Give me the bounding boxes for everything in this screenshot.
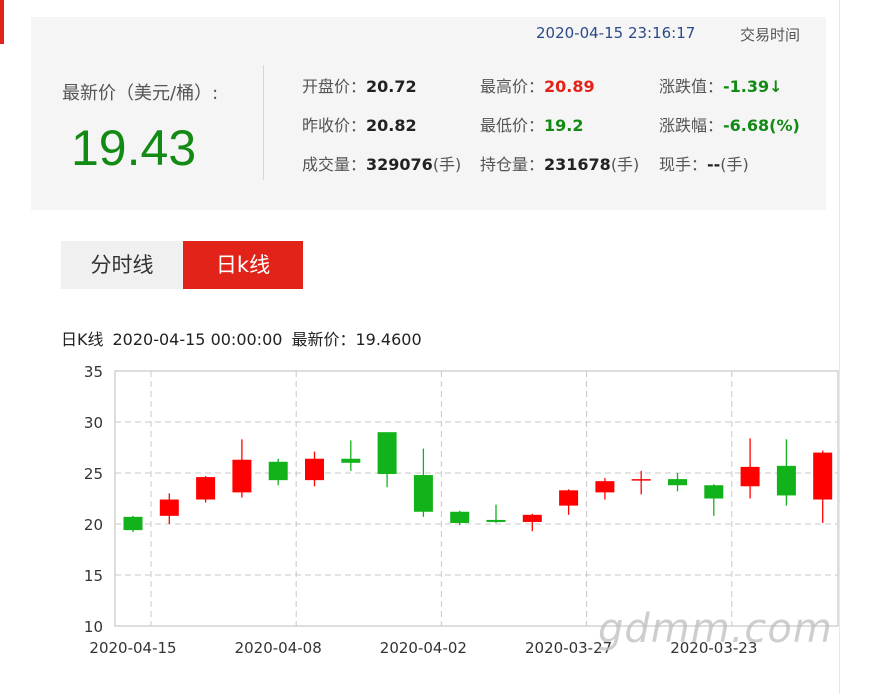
stat-open-interest: 持仓量：231678(手) (480, 151, 639, 175)
candle-body (668, 479, 687, 486)
prev-close-label: 昨收价： (302, 116, 367, 135)
candle-body (413, 475, 433, 512)
volume-unit: (手) (432, 155, 462, 174)
chart-info-datetime: 2020-04-15 00:00:00 (112, 330, 283, 349)
chart-info-name: 日K线 (61, 330, 104, 349)
current-hand-value: -- (707, 155, 721, 174)
open-label: 开盘价： (302, 77, 367, 96)
stat-low: 最低价：19.2 (480, 112, 584, 136)
x-tick-label: 2020-04-15 (89, 639, 176, 657)
y-tick-label: 15 (84, 567, 103, 585)
trade-time-label: 交易时间 (740, 26, 801, 44)
y-tick-label: 25 (84, 465, 103, 483)
chart-info-latest-label: 最新价： (291, 330, 356, 349)
stat-high: 最高价：20.89 (480, 73, 595, 97)
y-tick-label: 35 (84, 363, 103, 381)
candle-body (123, 516, 143, 531)
stat-change: 涨跌值：-1.39↓ (659, 73, 783, 97)
candle-body (559, 490, 579, 506)
change-label: 涨跌值： (659, 77, 724, 96)
candle-body (522, 514, 542, 522)
candle-body (776, 465, 796, 496)
x-tick-label: 2020-04-02 (380, 639, 467, 657)
stat-open: 开盘价：20.72 (302, 73, 417, 97)
open-interest-label: 持仓量： (480, 155, 545, 174)
candle-body (341, 458, 361, 463)
candle-body (631, 479, 651, 481)
y-tick-label: 30 (84, 414, 103, 432)
candle-body (268, 461, 288, 481)
current-hand-unit: (手) (720, 155, 749, 174)
volume-value: 329076 (366, 155, 433, 174)
prev-close-value: 20.82 (366, 116, 417, 135)
candle-body (305, 458, 324, 481)
low-label: 最低价： (480, 116, 545, 135)
candle-body (450, 511, 470, 523)
quote-timestamp: 2020-04-15 23:16:17 (536, 24, 696, 42)
accent-bar (0, 0, 4, 44)
candle-body (232, 459, 252, 493)
change-pct-value: -6.68(%) (723, 116, 800, 135)
high-value: 20.89 (544, 77, 595, 96)
plot-frame (114, 370, 839, 627)
chart-info: 日K线 2020-04-15 00:00:00 最新价：19.4600 (61, 326, 431, 350)
open-interest-unit: (手) (610, 155, 640, 174)
open-interest-value: 231678 (544, 155, 611, 174)
candle-body (595, 481, 615, 493)
candle-body (377, 432, 397, 475)
quote-panel: 2020-04-15 23:16:17 交易时间 最新价（美元/桶）: 19.4… (31, 17, 826, 210)
latest-price-label: 最新价（美元/桶）: (62, 83, 219, 104)
x-tick-label: 2020-04-08 (235, 639, 322, 657)
change-value: -1.39↓ (723, 77, 783, 96)
stat-current-hand: 现手：--(手) (659, 151, 749, 175)
chart-info-latest-value: 19.4600 (355, 330, 422, 349)
volume-label: 成交量： (302, 155, 367, 174)
latest-price-value: 19.43 (71, 120, 197, 176)
y-tick-label: 20 (84, 516, 103, 534)
current-hand-label: 现手： (659, 155, 708, 174)
panel-divider (263, 65, 264, 180)
candle-body (486, 519, 506, 522)
stat-volume: 成交量：329076(手) (302, 151, 461, 175)
candle-body (704, 485, 724, 499)
low-value: 19.2 (544, 116, 584, 135)
y-tick-label: 10 (84, 618, 103, 636)
tab-intraday[interactable]: 分时线 (61, 241, 183, 289)
candle-body (159, 499, 179, 516)
change-pct-label: 涨跌幅： (659, 116, 724, 135)
tab-daily-k[interactable]: 日k线 (183, 241, 303, 289)
stat-prev-close: 昨收价：20.82 (302, 112, 417, 136)
candle-body (196, 477, 216, 500)
candle-body (740, 466, 760, 487)
high-label: 最高价： (480, 77, 545, 96)
candle-body (813, 452, 833, 500)
open-value: 20.72 (366, 77, 417, 96)
stat-change-pct: 涨跌幅：-6.68(%) (659, 112, 800, 136)
page: 2020-04-15 23:16:17 交易时间 最新价（美元/桶）: 19.4… (0, 0, 871, 694)
watermark-text: gdmm.com (598, 606, 833, 652)
